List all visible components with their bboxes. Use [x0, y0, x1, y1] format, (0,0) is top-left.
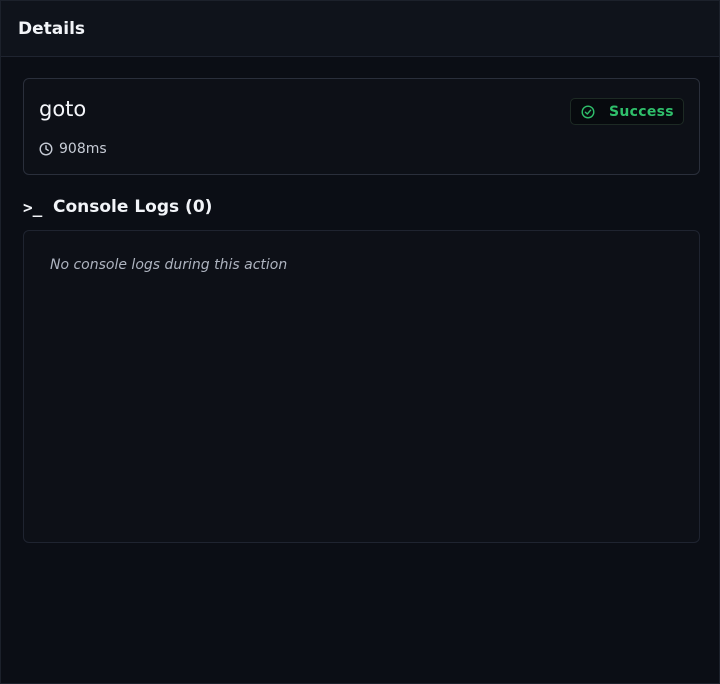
action-summary-card: goto 908ms Success: [23, 78, 700, 175]
console-logs-header: >_ Console Logs (0): [23, 195, 212, 219]
duration-value: 908ms: [59, 141, 107, 157]
action-name: goto: [39, 97, 87, 121]
action-duration: 908ms: [39, 141, 107, 157]
status-badge: Success: [570, 98, 684, 125]
console-empty-message: No console logs during this action: [50, 257, 288, 273]
panel-header: Details: [1, 1, 719, 57]
terminal-icon: >_: [23, 197, 43, 217]
console-logs-title: Console Logs (0): [53, 197, 213, 217]
details-panel: Details goto 908ms Success >_ Console Lo…: [0, 0, 720, 684]
console-logs-box: No console logs during this action: [23, 230, 700, 543]
check-circle-icon: [581, 104, 595, 119]
panel-title: Details: [18, 18, 86, 39]
clock-icon: [39, 142, 53, 156]
status-text: Success: [609, 103, 674, 120]
